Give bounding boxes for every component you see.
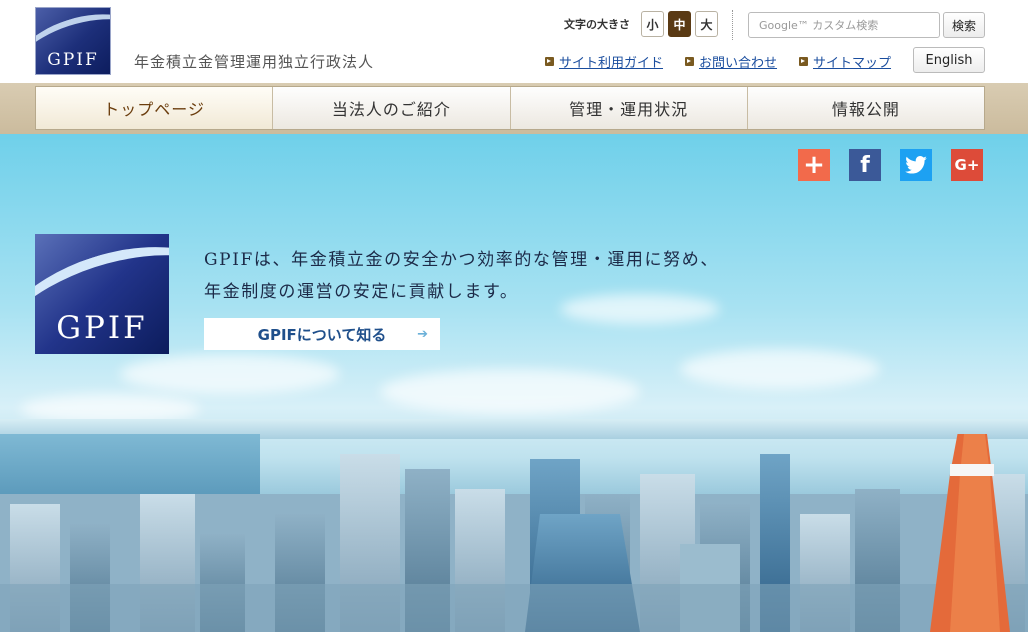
global-nav: トップページ 当法人のご紹介 管理・運用状況 情報公開 [35,86,985,130]
font-size-large-button[interactable]: 大 [695,11,718,37]
nav-item-management[interactable]: 管理・運用状況 [509,87,747,129]
city-skyline [0,434,1028,632]
search-button[interactable]: 検索 [943,12,985,38]
font-size-small-button[interactable]: 小 [641,11,664,37]
sitemap-label: サイトマップ [813,56,892,71]
hero-banner: + f G+ GPIF GPIFは、年金積立金の安全かつ効率的な管理・運用に努め… [0,134,1028,632]
arrow-bullet-icon [799,57,808,66]
org-name: 年金積立金管理運用独立行政法人 [134,53,375,71]
cloud [680,349,880,389]
global-nav-bar: トップページ 当法人のご紹介 管理・運用状況 情報公開 [0,83,1028,134]
gpif-logo[interactable]: GPIF [35,7,111,75]
nav-item-disclosure[interactable]: 情報公開 [746,87,984,129]
hero-tagline: GPIFは、年金積立金の安全かつ効率的な管理・運用に努め、 年金制度の運営の安定… [204,244,719,308]
google-plus-button[interactable]: G+ [951,149,983,181]
tagline-line-1: GPIFは、年金積立金の安全かつ効率的な管理・運用に努め、 [204,250,719,270]
twitter-bird-icon [905,156,927,174]
share-plus-button[interactable]: + [798,149,830,181]
arrow-bullet-icon [545,57,554,66]
contact-label: お問い合わせ [699,56,778,71]
logo-text: GPIF [47,50,99,70]
twitter-button[interactable] [900,149,932,181]
cloud [120,354,340,394]
about-gpif-label: GPIFについて知る [257,325,387,344]
site-header: GPIF 年金積立金管理運用独立行政法人 文字の大きさ 小 中 大 Google… [0,0,1028,83]
font-size-medium-button[interactable]: 中 [668,11,691,37]
tagline-line-2: 年金制度の運営の安定に貢献します。 [204,282,519,302]
hero-logo-text: GPIF [56,310,148,346]
nav-item-top[interactable]: トップページ [36,87,273,129]
header-divider [732,10,733,40]
contact-link[interactable]: お問い合わせ [685,52,777,71]
font-size-label: 文字の大きさ [564,18,630,31]
english-button[interactable]: English [913,47,985,73]
chevron-right-icon: ➔ [417,327,428,342]
hero-gpif-logo: GPIF [35,234,169,354]
arrow-bullet-icon [685,57,694,66]
sitemap-link[interactable]: サイトマップ [799,52,891,71]
about-gpif-button[interactable]: GPIFについて知る ➔ [204,318,440,350]
facebook-button[interactable]: f [849,149,881,181]
cloud [380,369,640,414]
site-guide-label: サイト利用ガイド [559,56,664,71]
site-guide-link[interactable]: サイト利用ガイド [545,52,663,71]
search-input[interactable]: Google™ カスタム検索 [748,12,940,38]
nav-item-about[interactable]: 当法人のご紹介 [272,87,510,129]
